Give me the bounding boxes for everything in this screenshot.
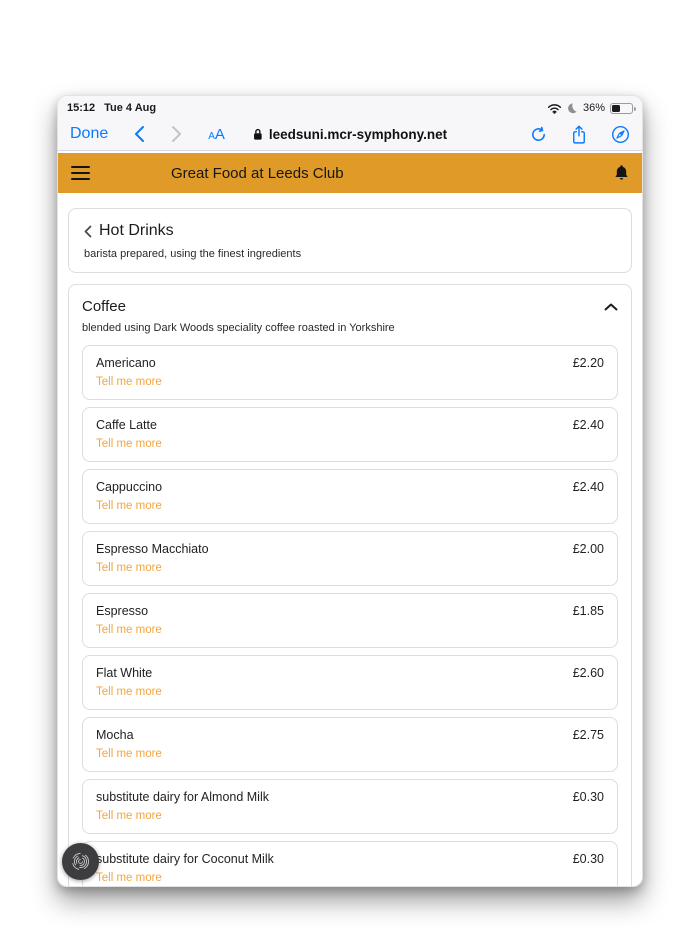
item-name: substitute dairy for Coconut Milk — [96, 852, 274, 866]
tell-me-more-link[interactable]: Tell me more — [96, 562, 162, 574]
menu-item-row: Flat White £2.60 Tell me more — [82, 655, 618, 710]
menu-item-list: Americano £2.20 Tell me more Caffe Latte… — [82, 345, 618, 886]
fingerprint-button[interactable] — [62, 843, 99, 880]
back-icon[interactable] — [134, 125, 145, 143]
menu-item-row: substitute dairy for Coconut Milk £0.30 … — [82, 841, 618, 886]
clock: 15:12 — [67, 102, 96, 114]
tell-me-more-link[interactable]: Tell me more — [96, 810, 162, 822]
back-to-hot-drinks[interactable]: Hot Drinks — [84, 222, 616, 240]
page-settings-button[interactable]: AA — [208, 126, 225, 143]
battery-icon — [610, 102, 636, 114]
menu-item-row: Caffe Latte £2.40 Tell me more — [82, 407, 618, 462]
section-title: Coffee — [82, 298, 126, 315]
tell-me-more-link[interactable]: Tell me more — [96, 500, 162, 512]
menu-item-row: Americano £2.20 Tell me more — [82, 345, 618, 400]
forward-icon[interactable] — [171, 125, 182, 143]
app-title: Great Food at Leeds Club — [171, 164, 344, 182]
coffee-section-header[interactable]: Coffee — [82, 298, 618, 315]
menu-icon[interactable] — [71, 166, 90, 180]
tell-me-more-link[interactable]: Tell me more — [96, 748, 162, 760]
address-bar[interactable]: leedsuni.mcr-symphony.net — [253, 127, 447, 142]
safari-toolbar: Done AA leedsuni.mcr-symphony.net — [58, 118, 642, 151]
app-header: Great Food at Leeds Club — [58, 153, 642, 193]
tell-me-more-link[interactable]: Tell me more — [96, 376, 162, 388]
menu-item-row: Mocha £2.75 Tell me more — [82, 717, 618, 772]
dnd-moon-icon — [567, 102, 578, 114]
menu-item-row: Cappuccino £2.40 Tell me more — [82, 469, 618, 524]
browser-chrome: 15:12 Tue 4 Aug 36% Done A A leedsuni.mc… — [58, 96, 642, 151]
item-price: £0.30 — [572, 852, 604, 866]
item-name: Americano — [96, 356, 156, 370]
bell-icon[interactable] — [614, 164, 629, 182]
category-title: Hot Drinks — [99, 222, 174, 239]
item-name: Flat White — [96, 666, 153, 680]
chevron-left-icon — [84, 225, 92, 237]
item-name: Cappuccino — [96, 480, 163, 494]
extension-compass-icon[interactable] — [611, 125, 630, 144]
tell-me-more-link[interactable]: Tell me more — [96, 686, 162, 698]
hot-drinks-card: Hot Drinks barista prepared, using the f… — [68, 208, 632, 273]
menu-item-row: substitute dairy for Almond Milk £0.30 T… — [82, 779, 618, 834]
category-subtitle: barista prepared, using the finest ingre… — [84, 248, 302, 260]
item-price: £1.85 — [572, 604, 604, 618]
item-price: £2.75 — [572, 728, 604, 742]
menu-item-row: Espresso £1.85 Tell me more — [82, 593, 618, 648]
status-bar: 15:12 Tue 4 Aug 36% — [58, 96, 642, 118]
lock-icon — [253, 128, 263, 141]
fingerprint-icon — [72, 853, 89, 870]
coffee-section-card: Coffee blended using Dark Woods speciali… — [68, 284, 632, 886]
item-name: Mocha — [96, 728, 134, 742]
tell-me-more-link[interactable]: Tell me more — [96, 624, 162, 636]
item-price: £2.40 — [572, 480, 604, 494]
tell-me-more-link[interactable]: Tell me more — [96, 872, 162, 884]
item-name: substitute dairy for Almond Milk — [96, 790, 269, 804]
item-name: Espresso Macchiato — [96, 542, 209, 556]
section-subtitle: blended using Dark Woods speciality coff… — [82, 322, 395, 334]
url-text: leedsuni.mcr-symphony.net — [268, 126, 448, 142]
ipad-safari-screen: 15:12 Tue 4 Aug 36% Done A A leedsuni.mc… — [57, 95, 643, 887]
done-button[interactable]: Done — [70, 125, 108, 143]
wifi-icon — [547, 103, 562, 114]
item-price: £2.00 — [572, 542, 604, 556]
item-price: £2.20 — [572, 356, 604, 370]
battery-percent: 36% — [582, 102, 605, 114]
item-name: Caffe Latte — [96, 418, 157, 432]
item-name: Espresso — [96, 604, 149, 618]
menu-item-row: Espresso Macchiato £2.00 Tell me more — [82, 531, 618, 586]
share-icon[interactable] — [571, 124, 587, 145]
item-price: £0.30 — [572, 790, 604, 804]
reload-icon[interactable] — [530, 126, 547, 143]
item-price: £2.60 — [572, 666, 604, 680]
item-price: £2.40 — [572, 418, 604, 432]
date: Tue 4 Aug — [104, 102, 157, 114]
chevron-up-icon — [604, 303, 618, 310]
tell-me-more-link[interactable]: Tell me more — [96, 438, 162, 450]
page-content: Hot Drinks barista prepared, using the f… — [58, 193, 642, 886]
